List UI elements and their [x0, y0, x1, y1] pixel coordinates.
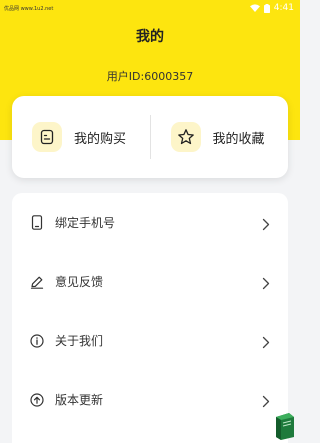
status-bar: 优品网 www.1u2.net 4:41: [0, 0, 300, 16]
chevron-right-icon: [262, 334, 272, 348]
info-icon: [30, 333, 44, 348]
my-purchases-label: 我的购买: [74, 131, 127, 147]
star-icon: [170, 122, 201, 152]
purchase-icon: [32, 122, 62, 152]
edit-icon: [30, 275, 44, 289]
menu-item-label: 版本更新: [55, 393, 104, 407]
status-indicators: 4:41: [249, 3, 294, 13]
page-title: 我的: [136, 29, 164, 45]
clock-time: 4:41: [273, 3, 294, 13]
menu-item-version-update[interactable]: 版本更新: [12, 370, 288, 429]
status-watermark-text: 优品网 www.1u2.net: [4, 5, 54, 12]
chevron-right-icon: [262, 393, 272, 407]
phone-icon: [30, 215, 44, 230]
menu-item-label: 绑定手机号: [55, 216, 116, 230]
my-favorites-label: 我的收藏: [212, 131, 265, 147]
profile-screen: 优品网 www.1u2.net 4:41 我的 用户ID:6000357 我的购…: [0, 0, 300, 443]
menu-item-bind-phone[interactable]: 绑定手机号: [12, 193, 288, 252]
book-icon: [272, 411, 298, 441]
menu-item-label: 关于我们: [55, 334, 104, 348]
chevron-right-icon: [262, 216, 272, 230]
wifi-icon: [249, 4, 260, 12]
user-id-label: 用户ID:6000357: [106, 70, 194, 83]
settings-menu: 绑定手机号 意见反馈 关于我们 版本更新: [12, 193, 288, 443]
upload-icon: [30, 392, 44, 407]
menu-item-label: 意见反馈: [55, 275, 104, 289]
menu-item-feedback[interactable]: 意见反馈: [12, 252, 288, 311]
my-favorites-button[interactable]: 我的收藏: [151, 96, 289, 178]
chevron-right-icon: [262, 275, 272, 289]
menu-item-about-us[interactable]: 关于我们: [12, 311, 288, 370]
quick-actions-card: 我的购买 我的收藏: [12, 96, 288, 178]
my-purchases-button[interactable]: 我的购买: [12, 96, 150, 178]
battery-icon: [263, 3, 270, 13]
